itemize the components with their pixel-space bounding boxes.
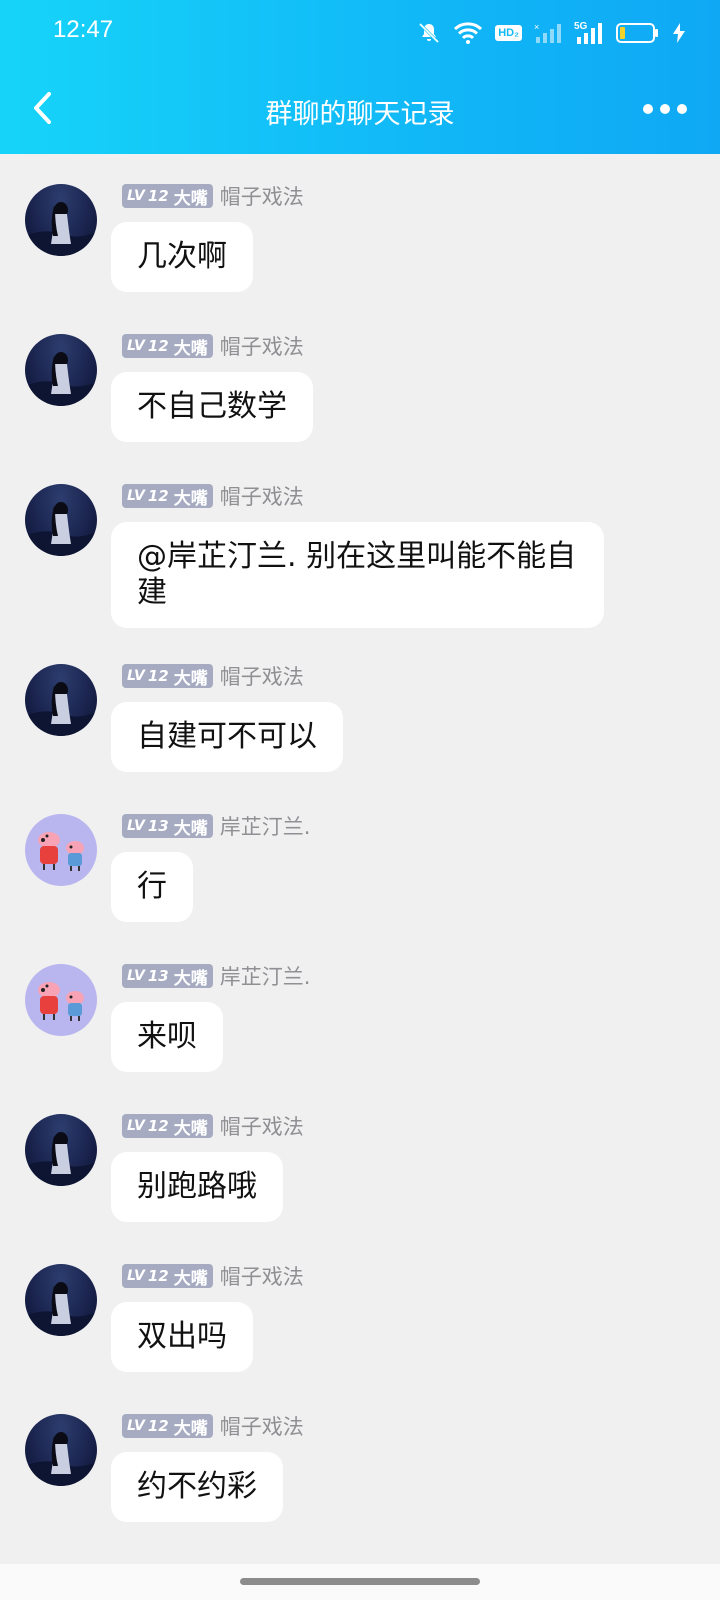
more-options-button[interactable] (630, 92, 700, 126)
level-badge: LV 12 大嘴 (122, 1114, 213, 1139)
message-list[interactable]: LV 12 大嘴 帽子戏法 几次啊 LV 12 大嘴 帽子戏法 不自己数学 LV 12 大嘴 帽子戏法 @岸… (0, 154, 720, 1574)
sender-name[interactable]: 帽子戏法 (220, 181, 304, 211)
message-bubble[interactable]: 来呗 (111, 1002, 223, 1072)
avatar[interactable] (25, 184, 97, 256)
svg-text:5G: 5G (574, 21, 588, 32)
message-bubble[interactable]: 别跑路哦 (111, 1152, 283, 1222)
member-title: 大嘴 (173, 338, 208, 359)
level-badge: LV 12 大嘴 (122, 184, 213, 209)
more-dot (660, 104, 670, 114)
level-badge: LV 13 大嘴 (122, 964, 213, 989)
message-meta: LV 12 大嘴 帽子戏法 (122, 1263, 304, 1289)
member-title: 大嘴 (173, 1268, 208, 1289)
level-number: 12 (147, 1267, 169, 1285)
status-icons: HD₂ × 5G (417, 18, 686, 48)
sender-name[interactable]: 岸芷汀兰. (220, 961, 311, 991)
sender-name[interactable]: 帽子戏法 (220, 1411, 304, 1441)
battery-icon (616, 22, 660, 44)
more-dot (677, 104, 687, 114)
level-prefix: LV (127, 188, 145, 204)
member-title: 大嘴 (173, 1118, 208, 1139)
level-number: 12 (147, 187, 169, 205)
wifi-icon (453, 21, 483, 45)
avatar[interactable] (25, 1114, 97, 1186)
sender-name[interactable]: 帽子戏法 (220, 331, 304, 361)
message-meta: LV 12 大嘴 帽子戏法 (122, 483, 304, 509)
level-number: 12 (147, 1117, 169, 1135)
level-prefix: LV (127, 1268, 145, 1284)
level-badge: LV 12 大嘴 (122, 334, 213, 359)
status-bar: 12:47 HD₂ × 5G (0, 0, 720, 64)
message-bubble[interactable]: 行 (111, 852, 193, 922)
member-title: 大嘴 (173, 188, 208, 209)
level-badge: LV 12 大嘴 (122, 664, 213, 689)
level-number: 12 (147, 337, 169, 355)
avatar[interactable] (25, 334, 97, 406)
message-meta: LV 12 大嘴 帽子戏法 (122, 333, 304, 359)
level-badge: LV 12 大嘴 (122, 484, 213, 509)
hd-voice-icon: HD₂ (495, 25, 522, 41)
svg-text:×: × (534, 22, 539, 32)
status-time: 12:47 (53, 16, 114, 43)
avatar[interactable] (25, 1264, 97, 1336)
nav-bar: 群聊的聊天记录 (0, 64, 720, 154)
message-bubble[interactable]: 自建可不可以 (111, 702, 343, 772)
level-prefix: LV (127, 488, 145, 504)
avatar[interactable] (25, 1414, 97, 1486)
charging-icon (672, 22, 686, 44)
signal-5g-icon: 5G (574, 20, 604, 46)
message-bubble[interactable]: 约不约彩 (111, 1452, 283, 1522)
message-meta: LV 12 大嘴 帽子戏法 (122, 663, 304, 689)
level-number: 13 (147, 967, 169, 985)
level-prefix: LV (127, 1418, 145, 1434)
sender-name[interactable]: 帽子戏法 (220, 1261, 304, 1291)
mute-bell-icon (417, 21, 441, 45)
level-prefix: LV (127, 338, 145, 354)
level-prefix: LV (127, 968, 145, 984)
message-bubble[interactable]: 几次啊 (111, 222, 253, 292)
member-title: 大嘴 (173, 668, 208, 689)
sender-name[interactable]: 帽子戏法 (220, 481, 304, 511)
level-badge: LV 12 大嘴 (122, 1264, 213, 1289)
level-number: 13 (147, 817, 169, 835)
message-bubble[interactable]: 不自己数学 (111, 372, 313, 442)
member-title: 大嘴 (173, 488, 208, 509)
avatar[interactable] (25, 814, 97, 886)
message-meta: LV 13 大嘴 岸芷汀兰. (122, 963, 310, 989)
more-dot (643, 104, 653, 114)
message-bubble[interactable]: @岸芷汀兰. 别在这里叫能不能自建 (111, 522, 604, 628)
level-number: 12 (147, 667, 169, 685)
sender-name[interactable]: 帽子戏法 (220, 1111, 304, 1141)
avatar[interactable] (25, 664, 97, 736)
member-title: 大嘴 (173, 968, 208, 989)
message-meta: LV 12 大嘴 帽子戏法 (122, 1113, 304, 1139)
sender-name[interactable]: 岸芷汀兰. (220, 811, 311, 841)
level-badge: LV 13 大嘴 (122, 814, 213, 839)
level-number: 12 (147, 487, 169, 505)
message-bubble[interactable]: 双出吗 (111, 1302, 253, 1372)
member-title: 大嘴 (173, 1418, 208, 1439)
sender-name[interactable]: 帽子戏法 (220, 661, 304, 691)
level-prefix: LV (127, 1118, 145, 1134)
message-meta: LV 12 大嘴 帽子戏法 (122, 183, 304, 209)
home-indicator[interactable] (240, 1578, 480, 1585)
avatar[interactable] (25, 484, 97, 556)
level-badge: LV 12 大嘴 (122, 1414, 213, 1439)
message-meta: LV 13 大嘴 岸芷汀兰. (122, 813, 310, 839)
level-prefix: LV (127, 818, 145, 834)
message-meta: LV 12 大嘴 帽子戏法 (122, 1413, 304, 1439)
member-title: 大嘴 (173, 818, 208, 839)
signal-sim1-icon: × (534, 21, 562, 45)
level-number: 12 (147, 1417, 169, 1435)
avatar[interactable] (25, 964, 97, 1036)
page-title: 群聊的聊天记录 (265, 99, 455, 130)
level-prefix: LV (127, 668, 145, 684)
